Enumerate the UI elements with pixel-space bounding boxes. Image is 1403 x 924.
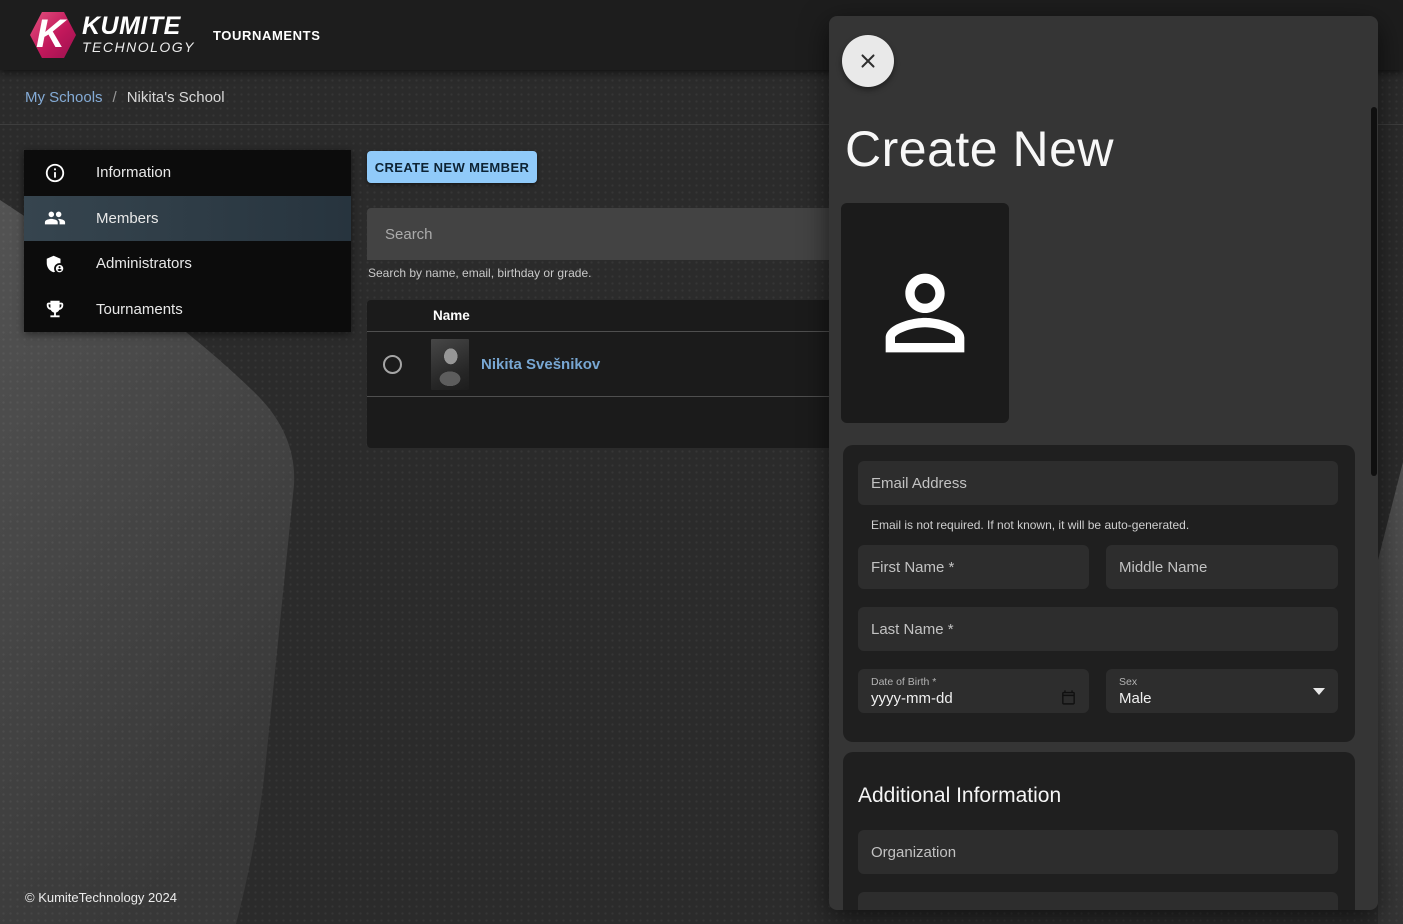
organization-field	[858, 830, 1338, 874]
close-icon	[857, 50, 879, 72]
sidebar-item-information[interactable]: Information	[24, 150, 351, 196]
table-row[interactable]: Nikita Svešnikov	[367, 332, 840, 397]
sex-label: Sex	[1119, 676, 1137, 688]
sex-select[interactable]: Sex Male	[1106, 669, 1338, 713]
sidebar-item-label: Information	[96, 164, 171, 181]
column-header-name: Name	[433, 308, 470, 323]
person-outline-icon	[866, 254, 984, 372]
logo-k-letter: K	[36, 10, 65, 58]
breadcrumb: My Schools / Nikita's School	[25, 89, 225, 106]
sidebar-item-administrators[interactable]: Administrators	[24, 241, 351, 287]
copyright-text: © KumiteTechnology 2024	[25, 890, 177, 905]
info-icon	[44, 162, 66, 184]
middle-name-field	[1106, 545, 1338, 589]
trophy-icon	[44, 298, 66, 320]
create-new-member-button[interactable]: CREATE NEW MEMBER	[367, 151, 537, 183]
sidebar-item-label: Administrators	[96, 255, 192, 272]
additional-information-card: Additional Information	[843, 752, 1355, 910]
brand-subtitle: TECHNOLOGY	[82, 39, 195, 55]
sidebar-item-tournaments[interactable]: Tournaments	[24, 287, 351, 333]
member-form-card: Email is not required. If not known, it …	[843, 445, 1355, 742]
additional-field-2	[858, 892, 1338, 910]
email-helper-text: Email is not required. If not known, it …	[871, 518, 1189, 532]
sidebar-item-label: Tournaments	[96, 301, 183, 318]
member-avatar-photo	[431, 339, 469, 390]
nav-item-tournaments[interactable]: TOURNAMENTS	[213, 0, 320, 70]
breadcrumb-current-school: Nikita's School	[127, 89, 225, 106]
first-name-input[interactable]	[858, 545, 1089, 589]
members-table: Name Nikita Svešnikov	[367, 300, 840, 448]
organization-input[interactable]	[858, 830, 1338, 874]
brand-name: KUMITE	[82, 14, 195, 39]
first-name-field	[858, 545, 1089, 589]
middle-name-input[interactable]	[1106, 545, 1338, 589]
last-name-input[interactable]	[858, 607, 1338, 651]
app-root: K KUMITE TECHNOLOGY TOURNAMENTS My Schoo…	[0, 0, 1403, 924]
last-name-field	[858, 607, 1338, 651]
member-search-box	[367, 208, 840, 260]
member-search-input[interactable]	[383, 225, 803, 244]
sidebar-item-members[interactable]: Members	[24, 196, 351, 242]
email-field	[858, 461, 1338, 505]
calendar-icon[interactable]	[1060, 689, 1077, 706]
date-of-birth-label: Date of Birth *	[871, 676, 936, 688]
school-sidebar: Information Members Administrators Tourn…	[24, 150, 351, 332]
email-input[interactable]	[858, 461, 1338, 505]
table-header-row: Name	[367, 300, 840, 332]
brand-logo[interactable]: K KUMITE TECHNOLOGY	[28, 8, 178, 62]
drawer-title: Create New	[845, 120, 1114, 178]
additional-field-2-input[interactable]	[858, 892, 1338, 910]
sex-selected-value: Male	[1119, 690, 1152, 707]
chevron-down-icon	[1313, 688, 1325, 695]
member-name-link[interactable]: Nikita Svešnikov	[481, 356, 600, 373]
create-new-drawer: Create New Email is not required. If not…	[829, 16, 1378, 910]
search-helper-text: Search by name, email, birthday or grade…	[368, 266, 591, 280]
drawer-scrollbar-thumb[interactable]	[1371, 107, 1377, 476]
breadcrumb-separator: /	[113, 89, 117, 106]
members-icon	[44, 207, 66, 229]
sidebar-item-label: Members	[96, 210, 159, 227]
date-of-birth-field[interactable]: Date of Birth * yyyy-mm-dd	[858, 669, 1089, 713]
right-blob-shape	[1378, 462, 1403, 924]
additional-information-heading: Additional Information	[858, 784, 1061, 808]
row-radio-button[interactable]	[383, 355, 402, 374]
avatar-upload-placeholder[interactable]	[841, 203, 1009, 423]
close-drawer-button[interactable]	[842, 35, 894, 87]
date-of-birth-value: yyyy-mm-dd	[871, 690, 953, 707]
breadcrumb-my-schools[interactable]: My Schools	[25, 89, 103, 106]
admin-shield-icon	[44, 253, 66, 275]
